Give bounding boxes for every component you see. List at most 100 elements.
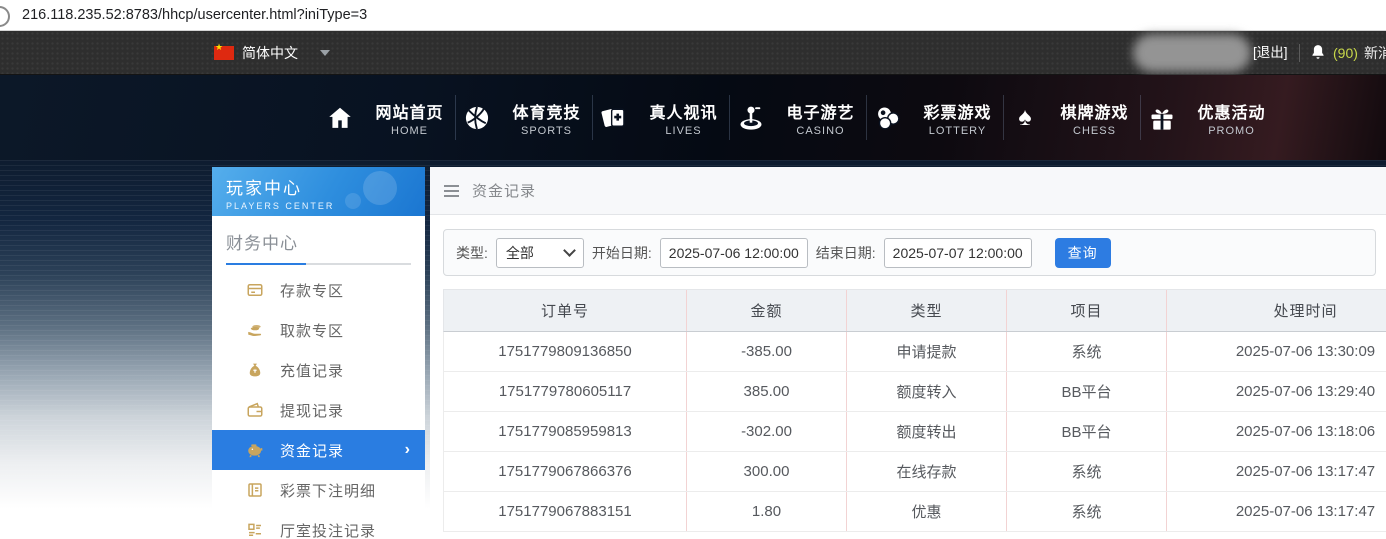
divider — [1299, 44, 1300, 62]
nav-label-en: CHESS — [1049, 125, 1140, 137]
sidebar-item-label: 彩票下注明细 — [280, 480, 376, 501]
menu-lines-icon — [444, 185, 459, 187]
table-cell: 优惠 — [846, 492, 1006, 531]
browser-url-bar[interactable]: 216.118.235.52:8783/hhcp/usercenter.html… — [0, 0, 1386, 31]
lottery-balls-icon — [874, 104, 902, 132]
chevron-down-icon — [563, 244, 576, 257]
sidebar-item-2[interactable]: 取款专区 — [212, 310, 425, 350]
basketball-icon — [463, 104, 491, 132]
table-cell: 1751779780605117 — [444, 372, 686, 411]
language-label: 简体中文 — [242, 43, 298, 63]
sidebar-item-7[interactable]: 厅室投注记录 — [212, 510, 425, 539]
end-date-input[interactable] — [884, 238, 1032, 268]
message-count[interactable]: (90) — [1333, 31, 1358, 75]
nav-label-zh: 彩票游戏 — [912, 99, 1003, 123]
start-date-label: 开始日期: — [592, 243, 652, 263]
home-icon — [326, 104, 354, 132]
finance-center-section: 财务中心 — [212, 216, 425, 265]
search-button[interactable]: 查询 — [1055, 238, 1111, 268]
column-header: 处理时间 — [1166, 290, 1386, 331]
chevron-down-icon — [320, 50, 330, 56]
table-row: 1751779780605117385.00额度转入BB平台2025-07-06… — [443, 372, 1386, 412]
type-select[interactable]: 全部 — [496, 238, 584, 268]
sidebar-item-5[interactable]: 资金记录› — [212, 430, 425, 470]
table-cell: 1751779067866376 — [444, 452, 686, 491]
nav-item-home[interactable]: 网站首页 HOME — [318, 75, 455, 160]
table-row: 17517790678831511.80优惠系统2025-07-06 13:17… — [443, 492, 1386, 532]
table-row: 1751779085959813-302.00额度转出BB平台2025-07-0… — [443, 412, 1386, 452]
table-cell: 1751779067883151 — [444, 492, 686, 531]
table-cell: BB平台 — [1006, 372, 1166, 411]
section-label: 财务中心 — [226, 229, 411, 254]
nav-item-casino[interactable]: 电子游艺 CASINO — [729, 75, 866, 160]
china-flag-icon — [214, 46, 234, 60]
sidebar-subtitle: PLAYERS CENTER — [226, 201, 425, 211]
table-cell: 300.00 — [686, 452, 846, 491]
spade-icon: ♠ — [1011, 104, 1039, 132]
sidebar-item-4[interactable]: 提现记录 — [212, 390, 425, 430]
main-nav: 网站首页HOME体育竞技SPORTS真人视讯LIVES电子游艺CASINO彩票游… — [0, 75, 1386, 160]
piggybank-icon — [246, 441, 264, 459]
nav-item-chess[interactable]: ♠ 棋牌游戏 CHESS — [1003, 75, 1140, 160]
column-header: 订单号 — [444, 290, 686, 331]
language-selector[interactable]: 简体中文 — [214, 31, 330, 75]
nav-label-zh: 网站首页 — [364, 99, 455, 123]
message-label[interactable]: 新消息 — [1364, 31, 1386, 75]
start-date-input[interactable] — [660, 238, 808, 268]
nav-label-en: CASINO — [775, 125, 866, 137]
table-cell: 1751779809136850 — [444, 332, 686, 371]
table-cell: -302.00 — [686, 412, 846, 451]
page-title: 资金记录 — [472, 180, 536, 201]
table-cell: 2025-07-06 13:30:09 — [1166, 332, 1386, 371]
funds-table: 订单号金额类型项目处理时间 1751779809136850-385.00申请提… — [443, 289, 1386, 532]
chevron-right-icon: › — [405, 430, 411, 470]
url-text[interactable]: 216.118.235.52:8783/hhcp/usercenter.html… — [22, 0, 367, 30]
sidebar-item-label: 厅室投注记录 — [280, 520, 376, 539]
nav-label-zh: 棋牌游戏 — [1049, 99, 1140, 123]
table-cell: 1.80 — [686, 492, 846, 531]
sidebar-item-label: 充值记录 — [280, 360, 344, 381]
nav-label-en: SPORTS — [501, 125, 592, 137]
nav-item-lives[interactable]: 真人视讯LIVES — [592, 75, 729, 160]
withdraw-hand-icon — [246, 321, 264, 339]
nav-label-en: LOTTERY — [912, 125, 1003, 137]
screen: 216.118.235.52:8783/hhcp/usercenter.html… — [0, 0, 1386, 539]
table-cell: 在线存款 — [846, 452, 1006, 491]
nav-label-zh: 电子游艺 — [775, 99, 866, 123]
end-date-label: 结束日期: — [816, 243, 876, 263]
table-cell: 系统 — [1006, 332, 1166, 371]
table-cell: 2025-07-06 13:29:40 — [1166, 372, 1386, 411]
nav-item-sports[interactable]: 体育竞技 SPORTS — [455, 75, 592, 160]
nav-item-promo[interactable]: 优惠活动PROMO — [1140, 75, 1277, 160]
sidebar: 玩家中心 PLAYERS CENTER 财务中心 存款专区取款专区充值记录提现记… — [212, 167, 425, 539]
cards-icon — [600, 104, 628, 132]
sidebar-item-1[interactable]: 存款专区 — [212, 270, 425, 310]
table-cell: -385.00 — [686, 332, 846, 371]
table-cell: 系统 — [1006, 452, 1166, 491]
bell-icon[interactable] — [1309, 43, 1327, 61]
content-header: 资金记录 — [430, 167, 1386, 215]
table-cell: 申请提款 — [846, 332, 1006, 371]
table-cell: 2025-07-06 13:17:47 — [1166, 492, 1386, 531]
column-header: 金额 — [686, 290, 846, 331]
wallet-icon — [246, 401, 264, 419]
nav-label-en: LIVES — [638, 125, 729, 137]
table-row: 1751779067866376300.00在线存款系统2025-07-06 1… — [443, 452, 1386, 492]
logout-link[interactable]: [退出] — [1253, 31, 1288, 75]
sidebar-menu: 存款专区取款专区充值记录提现记录资金记录› 彩票下注明细厅室投注记录 — [212, 270, 425, 539]
book-icon — [246, 481, 264, 499]
nav-label-zh: 体育竞技 — [501, 99, 592, 123]
username-redacted — [1133, 34, 1251, 72]
sidebar-item-3[interactable]: 充值记录 — [212, 350, 425, 390]
sidebar-item-6[interactable]: 彩票下注明细 — [212, 470, 425, 510]
site-info-icon[interactable] — [0, 6, 10, 27]
filter-bar: 类型: 全部 开始日期: 结束日期: 查询 — [443, 229, 1376, 276]
table-cell: 1751779085959813 — [444, 412, 686, 451]
nav-item-lottery[interactable]: 彩票游戏 LOTTERY — [866, 75, 1003, 160]
list-icon — [246, 521, 264, 539]
nav-label-en: HOME — [364, 125, 455, 137]
deposit-card-icon — [246, 281, 264, 299]
gift-icon — [1148, 104, 1176, 132]
joystick-icon — [737, 104, 765, 132]
sidebar-item-label: 存款专区 — [280, 280, 344, 301]
